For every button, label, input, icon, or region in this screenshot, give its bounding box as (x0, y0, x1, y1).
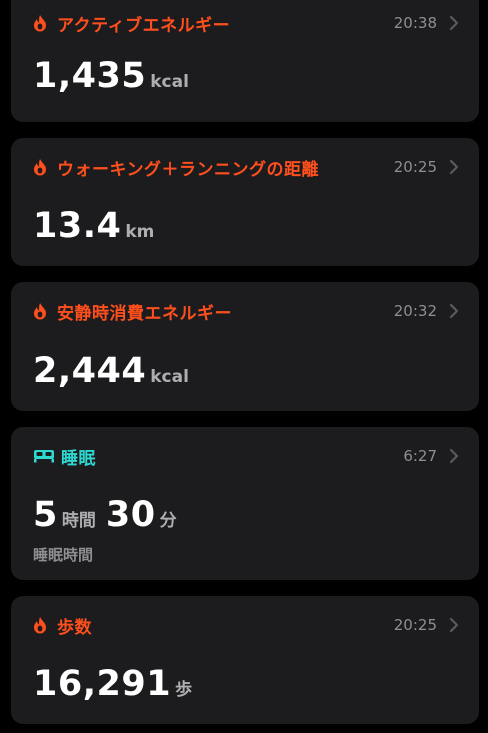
chevron-right-icon[interactable] (449, 448, 459, 464)
chevron-right-icon[interactable] (449, 159, 459, 175)
card-timestamp: 20:32 (393, 302, 437, 320)
card-title: 安静時消費エネルギー (57, 303, 232, 324)
distance-value: 13.4 (33, 206, 122, 246)
resting-energy-value: 2,444 (33, 351, 147, 391)
sleep-minutes-value: 30 (105, 495, 156, 535)
chevron-right-icon[interactable] (449, 303, 459, 319)
flame-icon (33, 157, 53, 177)
value-row: 5 時間 30 分 (33, 495, 177, 535)
steps-value: 16,291 (33, 664, 172, 704)
value-row: 1,435 kcal (33, 56, 189, 96)
card-title: 歩数 (57, 617, 92, 638)
card-timestamp: 6:27 (403, 447, 437, 465)
steps-unit: 歩 (175, 680, 193, 700)
card-title: アクティブエネルギー (57, 15, 231, 36)
resting-energy-card[interactable]: 安静時消費エネルギー 20:32 2,444 kcal (11, 282, 479, 411)
active-energy-value: 1,435 (33, 56, 147, 96)
active-energy-card[interactable]: アクティブエネルギー 20:38 1,435 kcal (11, 0, 479, 122)
value-row: 13.4 km (33, 206, 154, 246)
steps-card[interactable]: 歩数 20:25 16,291 歩 (11, 596, 479, 724)
bed-icon (33, 446, 57, 466)
sleep-card[interactable]: 睡眠 6:27 5 時間 30 分 睡眠時間 (11, 427, 479, 580)
chevron-right-icon[interactable] (449, 15, 459, 31)
card-title: 睡眠 (61, 448, 96, 469)
flame-icon (33, 301, 53, 321)
active-energy-unit: kcal (150, 72, 189, 92)
distance-unit: km (125, 222, 155, 242)
flame-icon (33, 13, 53, 33)
value-row: 16,291 歩 (33, 664, 192, 704)
card-timestamp: 20:25 (393, 158, 437, 176)
sleep-minutes-unit: 分 (159, 511, 177, 531)
sleep-sublabel: 睡眠時間 (33, 546, 94, 564)
card-timestamp: 20:25 (393, 616, 437, 634)
sleep-hours-value: 5 (33, 495, 58, 535)
value-row: 2,444 kcal (33, 351, 189, 391)
resting-energy-unit: kcal (150, 367, 189, 387)
sleep-hours-unit: 時間 (61, 511, 96, 531)
card-title: ウォーキング＋ランニングの距離 (57, 159, 319, 180)
flame-icon (33, 615, 53, 635)
card-timestamp: 20:38 (393, 14, 437, 32)
chevron-right-icon[interactable] (449, 617, 459, 633)
walking-running-distance-card[interactable]: ウォーキング＋ランニングの距離 20:25 13.4 km (11, 138, 479, 266)
